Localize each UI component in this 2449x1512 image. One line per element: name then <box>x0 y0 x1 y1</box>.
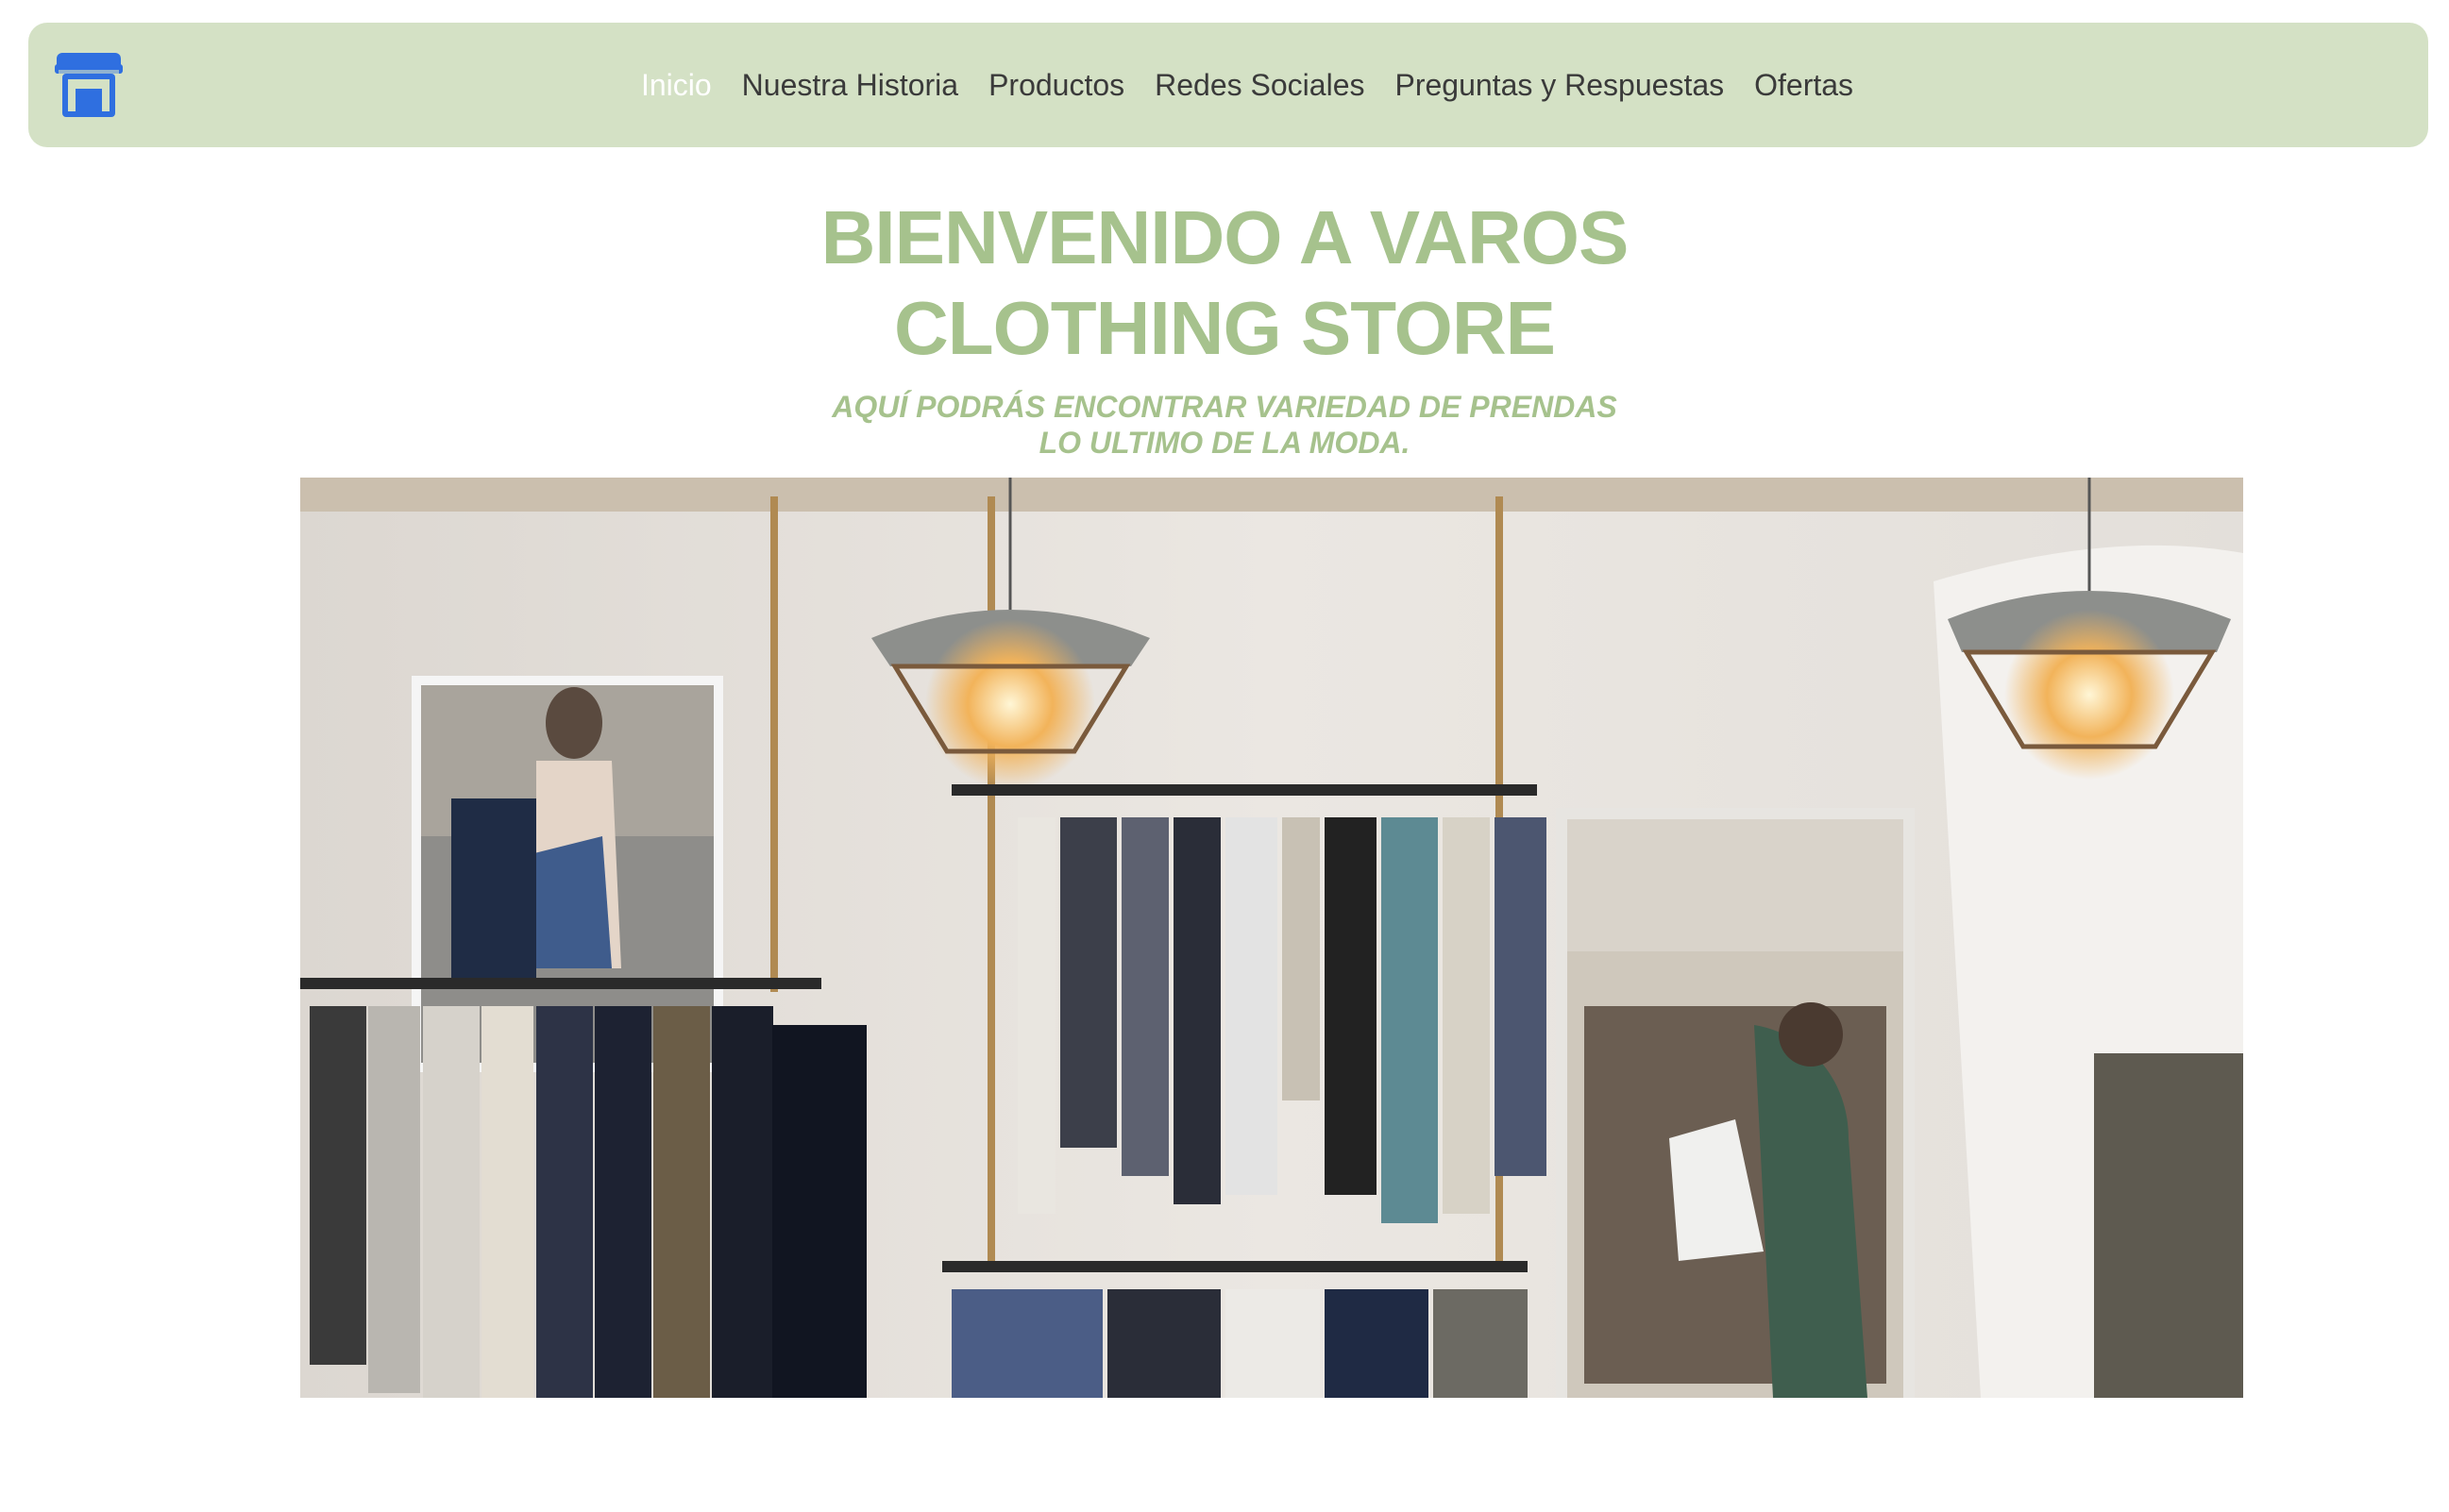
nav-item-productos[interactable]: Productos <box>973 68 1140 103</box>
nav-item-inicio[interactable]: Inicio <box>626 68 727 103</box>
nav-menu: Inicio Nuestra Historia Productos Redes … <box>28 23 2428 147</box>
hero-subtitle: AQUÍ PODRÁS ENCONTRAR VARIEDAD DE PRENDA… <box>0 389 2449 461</box>
hero-title-line-1: BIENVENIDO A VAROS <box>820 195 1630 279</box>
hero-title: BIENVENIDO A VAROS CLOTHING STORE <box>0 193 2449 374</box>
nav-item-ofertas[interactable]: Ofertas <box>1739 68 1868 103</box>
nav-item-redes-sociales[interactable]: Redes Sociales <box>1140 68 1379 103</box>
nav-item-nuestra-historia[interactable]: Nuestra Historia <box>727 68 973 103</box>
nav-item-preguntas-respuestas[interactable]: Preguntas y Respuestas <box>1379 68 1739 103</box>
hero-subtitle-line-2: LO ULTIMO DE LA MODA. <box>1039 426 1410 460</box>
store-interior-illustration <box>300 478 2243 1398</box>
hero-image <box>300 478 2243 1398</box>
hero-title-line-2: CLOTHING STORE <box>893 286 1556 370</box>
navbar: Inicio Nuestra Historia Productos Redes … <box>28 23 2428 147</box>
hero-subtitle-line-1: AQUÍ PODRÁS ENCONTRAR VARIEDAD DE PRENDA… <box>832 390 1617 424</box>
